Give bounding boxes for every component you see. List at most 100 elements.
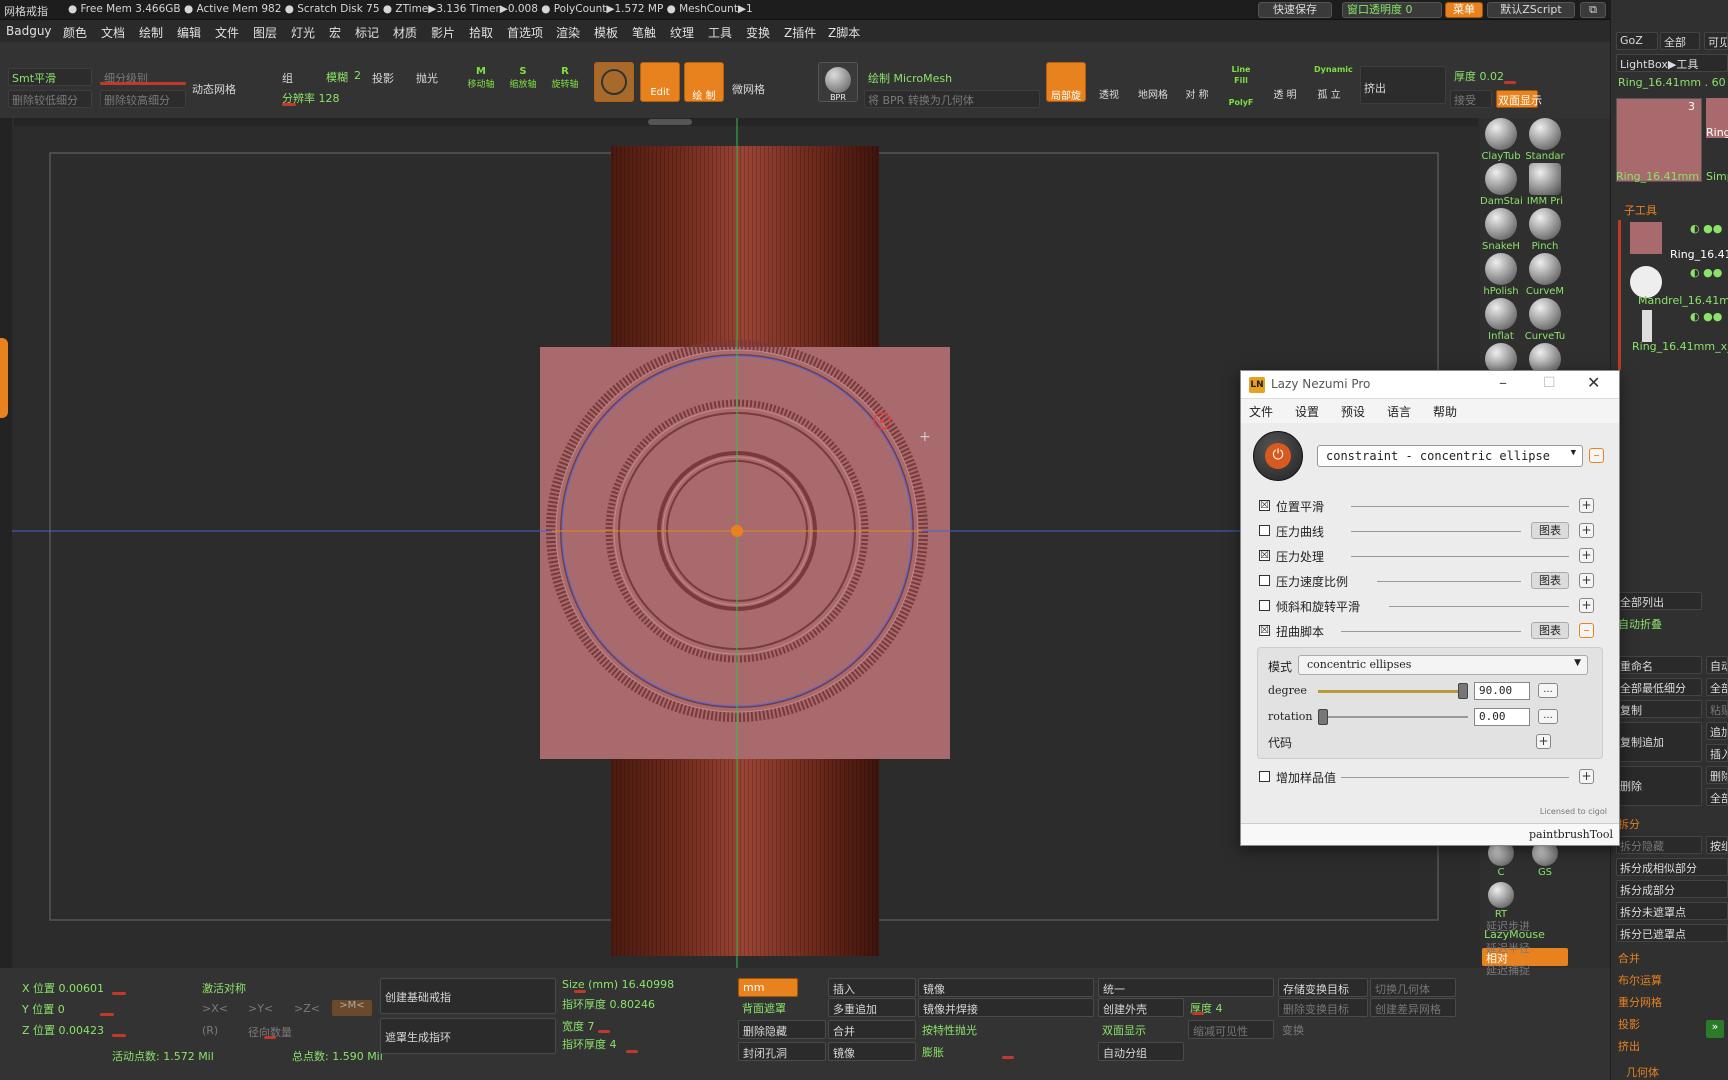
reduce-visibility-button[interactable]: 缩减可见性 [1188, 1020, 1274, 1039]
symmetry-button[interactable]: 对 称 [1182, 62, 1212, 102]
add-samples-checkbox[interactable] [1259, 771, 1270, 782]
mirror-weld-button[interactable]: 镜像并焊接 [918, 998, 1094, 1017]
extract-header[interactable]: 挤出 [1618, 1038, 1640, 1054]
menu-item-texture[interactable]: 纹理 [670, 24, 694, 41]
ln-menu-settings[interactable]: 设置 [1295, 403, 1319, 420]
group-button[interactable]: 组 [282, 70, 293, 86]
del-button[interactable]: 删除 [1706, 766, 1728, 784]
del-all-button[interactable]: 全部 [1706, 788, 1728, 806]
menu-item-file[interactable]: 文件 [215, 24, 239, 41]
auto-group-button[interactable]: 自动分组 [1098, 1042, 1184, 1061]
menu-item-marker[interactable]: 标记 [355, 24, 379, 41]
position-smoothing-expand[interactable]: + [1579, 498, 1594, 513]
auto-button[interactable]: 自动 [1706, 656, 1728, 674]
x-position-slider[interactable]: X 位置 0.00601 [22, 980, 104, 996]
split-unmasked-button[interactable]: 拆分未遮罩点 [1616, 902, 1728, 920]
split-hidden-button[interactable]: 拆分隐藏 [1616, 836, 1702, 854]
unit-mm-button[interactable]: mm [738, 978, 798, 997]
delete-hidden-button[interactable]: 删除隐藏 [738, 1020, 826, 1039]
preset-collapse-button[interactable]: – [1589, 448, 1604, 463]
sym-y-button[interactable]: >Y< [248, 1002, 273, 1015]
menu-item-stencil[interactable]: 模板 [594, 24, 618, 41]
lazy-snap-slider[interactable]: 延迟捕捉 [1486, 962, 1530, 978]
brush-standard[interactable]: Standar [1524, 118, 1566, 162]
perspective-button[interactable]: 透视 [1094, 62, 1124, 102]
subtool-name-0[interactable]: Ring_16.41 [1670, 248, 1728, 261]
subdiv-slider[interactable] [100, 82, 186, 85]
switch-geometry-button[interactable]: 切换几何体 [1370, 978, 1456, 997]
lightbox-tool-button[interactable]: LightBox▶工具 [1616, 54, 1728, 72]
distortion-script-collapse[interactable]: – [1579, 623, 1594, 638]
menu-item-badguy[interactable]: Badguy [6, 24, 52, 38]
sym-m-button[interactable]: >M< [332, 1000, 372, 1016]
menu-item-zplugin[interactable]: Z插件 [784, 24, 816, 41]
pressure-curve-expand[interactable]: + [1579, 523, 1594, 538]
subtool-visibility-icon[interactable]: ◐ ●● [1690, 310, 1722, 323]
sphere-tool-icon[interactable] [594, 62, 634, 102]
create-diff-mesh-button[interactable]: 创建差异网格 [1370, 998, 1456, 1017]
default-zscript-button[interactable]: 默认ZScript [1487, 2, 1575, 18]
sym-z-button[interactable]: >Z< [294, 1002, 320, 1015]
draw-button[interactable]: 绘 制 [684, 62, 724, 102]
split-masked-button[interactable]: 拆分已遮罩点 [1616, 924, 1728, 942]
mask-ring-button[interactable]: 遮罩生成指环 [380, 1018, 556, 1054]
merge-button[interactable]: 合并 [828, 1020, 916, 1039]
subtool-scrollbar[interactable] [1618, 220, 1621, 370]
bpr-button[interactable]: BPR [818, 62, 858, 102]
power-button[interactable]: ⏻ [1253, 431, 1303, 481]
pressure-processing-expand[interactable]: + [1579, 548, 1594, 563]
brush-damstandard[interactable]: DamStai [1480, 163, 1522, 207]
remesh-header[interactable]: 重分网格 [1618, 994, 1662, 1010]
create-shell-button[interactable]: 创建外壳 [1098, 998, 1184, 1017]
activate-symmetry-button[interactable]: 激活对称 [202, 980, 246, 996]
ln-menu-file[interactable]: 文件 [1249, 403, 1273, 420]
lazy-radius-slider[interactable]: 延迟半径 [1486, 940, 1530, 956]
local-rotate-button[interactable]: 局部旋 [1046, 62, 1086, 102]
ln-menu-language[interactable]: 语言 [1387, 403, 1411, 420]
subtool-name-1[interactable]: Mandrel_16.41mm [1638, 294, 1728, 307]
goz-all-button[interactable]: 全部 [1660, 32, 1700, 50]
layout-toggle-icon[interactable]: ⧉ [1580, 2, 1606, 18]
close-icon[interactable]: ✕ [1587, 373, 1600, 392]
add-samples-expand[interactable]: + [1579, 769, 1594, 784]
sym-x-button[interactable]: >X< [202, 1002, 228, 1015]
scale-axis-icon[interactable]: S 缩放轴 [508, 66, 538, 92]
pressure-curve-chart-button[interactable]: 图表 [1531, 522, 1569, 539]
floor-grid-button[interactable]: 地网格 [1138, 62, 1168, 102]
mode-dropdown[interactable]: concentric ellipses ▼ [1298, 655, 1588, 675]
lazy-step-slider[interactable]: 延迟步进 [1486, 918, 1530, 934]
z-position-slider[interactable]: Z 位置 0.00423 [22, 1022, 104, 1038]
rotation-slider-handle[interactable] [1318, 709, 1328, 725]
menu-item-tool[interactable]: 工具 [708, 24, 732, 41]
brush-curvetube[interactable]: CurveTu [1524, 298, 1566, 342]
polish-button[interactable]: 抛光 [416, 70, 438, 86]
minimize-icon[interactable]: – [1499, 373, 1507, 392]
subtool-name-2[interactable]: Ring_16.41mm_x_0 [1632, 340, 1728, 353]
menu-item-transform[interactable]: 变换 [746, 24, 770, 41]
rotate-axis-icon[interactable]: R 旋转轴 [550, 66, 580, 92]
menu-item-render[interactable]: 渲染 [556, 24, 580, 41]
split-parts-button[interactable]: 拆分成部分 [1616, 880, 1728, 898]
transparent-button[interactable]: 透 明 [1270, 62, 1300, 102]
unify-button[interactable]: 统一 [1098, 978, 1274, 997]
window-opacity-slider[interactable]: 窗口透明度 0 [1342, 2, 1442, 18]
menu-button[interactable]: 菜单 [1445, 2, 1483, 18]
solo-button[interactable]: Dynamic 孤 立 [1314, 62, 1353, 102]
menu-item-document[interactable]: 文档 [101, 24, 125, 41]
thickness-slider[interactable]: 厚度 0.02 [1454, 68, 1504, 84]
split-header[interactable]: 拆分 [1618, 816, 1640, 832]
append-button[interactable]: 追加 [1706, 722, 1728, 740]
paste-button[interactable]: 粘贴 [1706, 700, 1728, 718]
brush-snakehook[interactable]: SnakeH [1480, 208, 1522, 252]
tilt-rotation-expand[interactable]: + [1579, 598, 1594, 613]
rotation-more-button[interactable]: ... [1538, 709, 1558, 724]
preset-dropdown[interactable]: constraint - concentric ellipse ▼ [1317, 445, 1583, 467]
brush-hpolish[interactable]: hPolish [1480, 253, 1522, 297]
quicksave-button[interactable]: 快速保存 [1258, 2, 1332, 18]
move-axis-icon[interactable]: M 移动轴 [466, 66, 496, 92]
project-header[interactable]: 投影 [1618, 1016, 1640, 1032]
brush-imm-primitives[interactable]: IMM Pri [1524, 163, 1566, 207]
y-position-slider[interactable]: Y 位置 0 [22, 1001, 65, 1017]
boolean-header[interactable]: 布尔运算 [1618, 972, 1662, 988]
brush-rt[interactable]: RT [1480, 882, 1522, 920]
